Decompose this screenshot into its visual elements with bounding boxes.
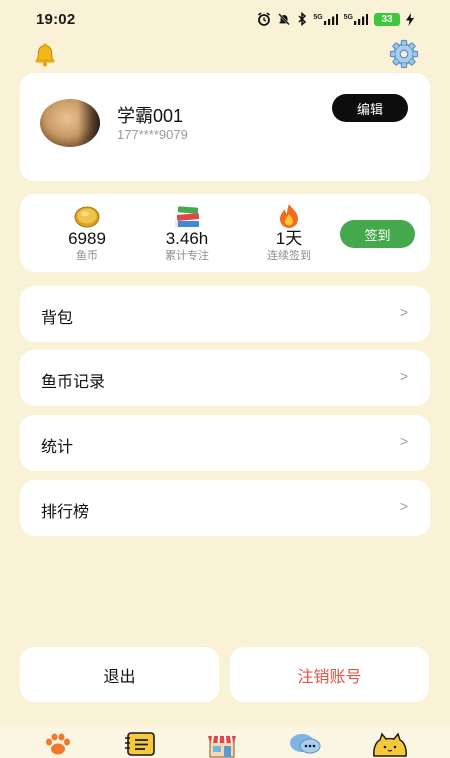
stat-coins: 6989 鱼币	[42, 204, 132, 263]
signal-5g-1: 5G	[313, 13, 338, 25]
chevron-right-icon: >	[399, 304, 408, 320]
signal-bars-icon	[354, 13, 368, 25]
gear-icon[interactable]	[388, 39, 420, 69]
avatar-shade	[78, 99, 100, 147]
checkin-button[interactable]: 签到	[340, 220, 415, 248]
notebook-icon[interactable]	[124, 732, 156, 758]
fire-icon	[280, 204, 298, 228]
bell-icon[interactable]	[31, 40, 59, 68]
edit-button[interactable]: 编辑	[332, 94, 408, 122]
mute-bell-icon	[278, 13, 291, 26]
charging-icon	[406, 12, 414, 26]
chevron-right-icon: >	[399, 433, 408, 449]
menu-item-leaderboard[interactable]: 排行榜 >	[20, 480, 430, 536]
signal-bars-icon	[323, 13, 338, 25]
menu-item-label: 鱼币记录	[41, 374, 106, 391]
status-time: 19:02	[36, 10, 76, 28]
menu-item-label: 排行榜	[41, 504, 90, 521]
top-icon-bar	[0, 38, 450, 70]
stat-label: 鱼币	[76, 250, 98, 262]
profile-card: 学霸001 177****9079 编辑	[20, 73, 430, 181]
menu-item-coin-records[interactable]: 鱼币记录 >	[20, 350, 430, 406]
stat-value: 6989	[68, 229, 106, 248]
signal-5g-2: 5G	[344, 13, 368, 25]
chevron-right-icon: >	[399, 368, 408, 384]
stat-checkin-streak: 1天 连续签到	[244, 204, 334, 263]
logout-button[interactable]: 退出	[20, 647, 219, 702]
stat-focus-time: 3.46h 累计专注	[142, 204, 232, 263]
battery-indicator: 33	[374, 12, 400, 26]
coin-icon	[74, 206, 100, 228]
menu-item-backpack[interactable]: 背包 >	[20, 286, 430, 342]
avatar[interactable]	[40, 99, 100, 147]
delete-account-button[interactable]: 注销账号	[230, 647, 429, 702]
stat-value: 3.46h	[165, 229, 209, 248]
cat-icon[interactable]	[371, 732, 409, 758]
username: 学霸001	[117, 106, 184, 126]
status-icons: 5G 5G 33	[257, 12, 414, 26]
stat-label: 连续签到	[267, 250, 311, 262]
paw-icon[interactable]	[44, 732, 72, 756]
stat-value: 1天	[275, 229, 303, 248]
stats-card: 6989 鱼币 3.46h 累计专注 1天 连续签到 签到	[20, 194, 430, 272]
alarm-icon	[258, 12, 271, 26]
books-icon	[175, 206, 200, 227]
tab-bar	[0, 727, 450, 758]
chevron-right-icon: >	[399, 498, 408, 514]
menu-item-statistics[interactable]: 统计 >	[20, 415, 430, 471]
bluetooth-icon	[298, 12, 307, 26]
menu-item-label: 背包	[41, 310, 74, 327]
phone-number: 177****9079	[117, 127, 188, 142]
menu-item-label: 统计	[41, 439, 74, 456]
shop-icon[interactable]	[206, 732, 238, 758]
status-bar: 19:02 5G 5G 33	[0, 0, 450, 38]
stat-label: 累计专注	[165, 250, 209, 262]
chat-icon[interactable]	[288, 732, 322, 756]
